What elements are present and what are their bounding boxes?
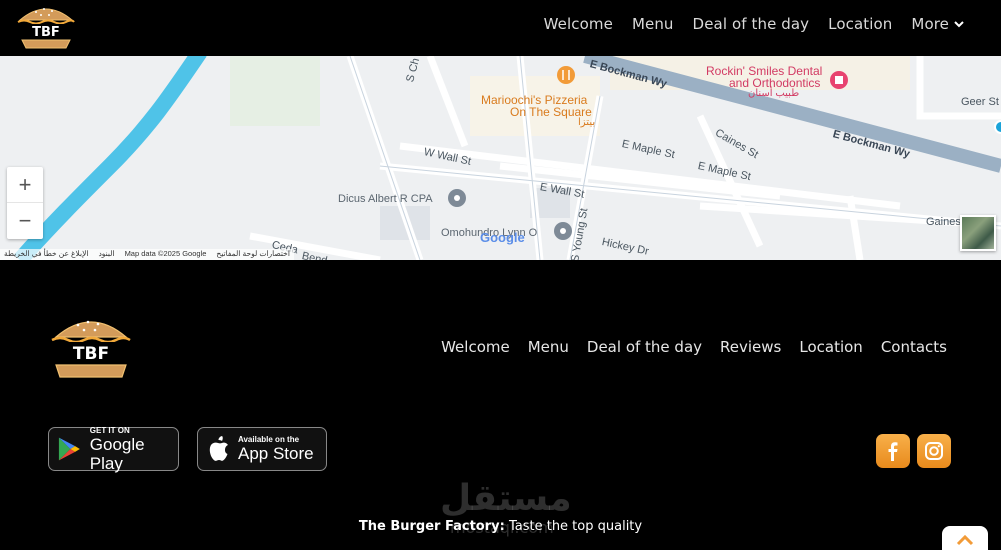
map-label: Dicus Albert R CPA — [338, 193, 433, 205]
tagline-brand: The Burger Factory: — [358, 519, 505, 534]
nav-welcome[interactable]: Welcome — [544, 15, 613, 33]
chevron-down-icon — [954, 21, 964, 28]
svg-text:TBF: TBF — [73, 344, 109, 364]
facebook-icon — [888, 442, 898, 461]
footer-tagline: The Burger Factory: Taste the top qualit… — [0, 519, 1001, 534]
tagline-text: Taste the top quality — [504, 519, 643, 534]
tbf-logo-footer[interactable]: TBF — [48, 313, 134, 379]
facebook-button[interactable] — [876, 434, 910, 468]
nav-menu[interactable]: Menu — [632, 15, 674, 33]
footer-nav-deal-of-the-day[interactable]: Deal of the day — [587, 338, 702, 356]
terms-link[interactable]: البنود — [98, 249, 114, 260]
app-store-button[interactable]: Available on the App Store — [197, 427, 327, 471]
map-label: Geer St — [961, 96, 999, 108]
footer-nav-welcome[interactable]: Welcome — [441, 338, 510, 356]
nav-more-dropdown[interactable]: More — [911, 15, 965, 33]
tbf-logo[interactable]: TBF — [14, 2, 78, 50]
map-label: بيتزا — [578, 117, 596, 128]
footer-nav: Welcome Menu Deal of the day Reviews Loc… — [441, 338, 947, 356]
map-zoom-controls: + − — [7, 167, 43, 239]
nav-deal-of-the-day[interactable]: Deal of the day — [693, 15, 810, 33]
map-attribution: الإبلاغ عن خطأ في الخريطة البنود Map dat… — [0, 249, 294, 260]
dentist-marker-icon — [830, 71, 848, 89]
footer-nav-reviews[interactable]: Reviews — [720, 338, 781, 356]
app-store-big-text: App Store — [238, 444, 314, 463]
google-play-big-text: Google Play — [89, 434, 145, 473]
apple-icon — [209, 436, 228, 461]
zoom-out-button[interactable]: − — [7, 203, 43, 239]
google-map[interactable]: E Bockman Wy E Bockman Wy Rockin' Smiles… — [0, 56, 1001, 260]
scroll-to-top-button[interactable] — [942, 526, 988, 550]
nav-more-label: More — [911, 15, 949, 33]
footer-nav-location[interactable]: Location — [799, 338, 862, 356]
top-navbar: TBF Welcome Menu Deal of the day Locatio… — [0, 0, 1001, 56]
chevron-up-icon — [956, 534, 974, 546]
restaurant-marker-icon — [557, 66, 575, 84]
google-play-icon — [58, 437, 80, 461]
keyboard-shortcuts-link[interactable]: اختصارات لوحة المفاتيح — [216, 249, 290, 260]
watermark: مستقل — [440, 478, 572, 519]
instagram-button[interactable] — [917, 434, 951, 468]
satellite-toggle-button[interactable] — [960, 215, 996, 251]
map-data-credit: Map data ©2025 Google — [124, 249, 207, 258]
top-nav: Welcome Menu Deal of the day Location Mo… — [544, 0, 965, 48]
svg-text:TBF: TBF — [32, 25, 60, 40]
instagram-icon — [925, 442, 943, 460]
zoom-in-button[interactable]: + — [7, 167, 43, 203]
report-map-error-link[interactable]: الإبلاغ عن خطأ في الخريطة — [4, 249, 88, 260]
map-label: طبيب أسنان — [748, 88, 800, 99]
office-marker-icon-2 — [554, 222, 572, 240]
nav-location[interactable]: Location — [828, 15, 892, 33]
office-marker-icon — [448, 189, 466, 207]
map-label: Gaines — [926, 216, 961, 228]
app-store-small-text: Available on the — [238, 435, 300, 444]
google-play-button[interactable]: GET IT ON Google Play — [48, 425, 179, 473]
footer-nav-menu[interactable]: Menu — [528, 338, 569, 356]
google-play-small-text: GET IT ON — [89, 425, 130, 435]
google-logo: Google — [480, 230, 525, 245]
footer-nav-contacts[interactable]: Contacts — [881, 338, 947, 356]
